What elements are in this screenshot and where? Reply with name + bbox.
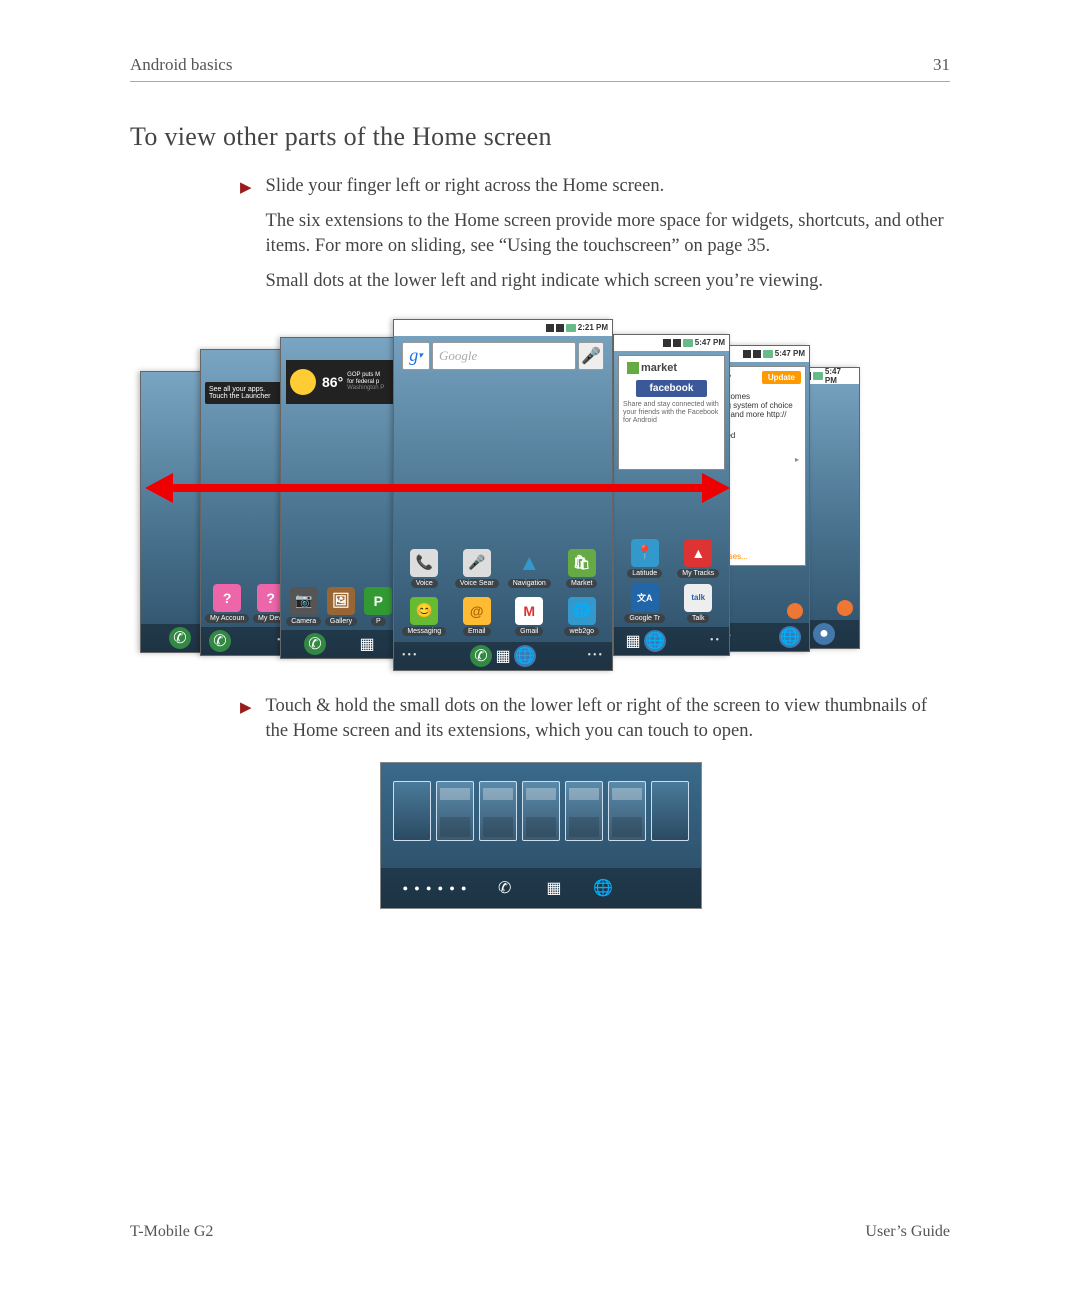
app-my-tracks: ▲My Tracks xyxy=(674,539,722,578)
update-widget: g? Update ecomes ng system of choice ai … xyxy=(717,366,806,566)
panel-dock: ••• ✆ ▦ 🌐 ••• xyxy=(394,642,612,670)
panel-left-3: 86° GOP puts M for federal p Washington … xyxy=(280,337,402,659)
tip-widget: See all your apps. Touch the Launcher xyxy=(205,382,285,404)
phone-icon: ✆ xyxy=(492,875,518,901)
app-talk: talkTalk xyxy=(674,584,722,623)
sun-icon xyxy=(290,369,316,395)
app-my-account: ?My Accoun xyxy=(205,584,249,623)
status-bar: 2:21 PM xyxy=(394,320,612,336)
thumb-6 xyxy=(608,781,646,841)
mic-icon[interactable]: 🎤 xyxy=(578,342,604,370)
facebook-button[interactable]: facebook xyxy=(636,380,707,397)
header-section: Android basics xyxy=(130,55,232,75)
panel-dock: ✆ ▦ xyxy=(281,630,401,658)
app-google-translate: 文AGoogle Tr xyxy=(621,584,669,623)
globe-icon: ● xyxy=(813,623,835,645)
thumb-4 xyxy=(522,781,560,841)
page-footer: T-Mobile G2 User’s Guide xyxy=(130,1223,950,1241)
app-email: @Email xyxy=(453,597,501,636)
bullet-2-lead: Touch & hold the small dots on the lower… xyxy=(266,694,950,744)
swipe-left-arrow-icon xyxy=(170,484,350,492)
orange-icon xyxy=(787,603,803,619)
news-weather-widget: 86° GOP puts M for federal p Washington … xyxy=(286,360,396,404)
phone-icon[interactable]: ✆ xyxy=(470,645,492,667)
section-title: To view other parts of the Home screen xyxy=(130,122,950,152)
app-gmail: MGmail xyxy=(505,597,553,636)
footer-left: T-Mobile G2 xyxy=(130,1223,213,1241)
thumb-3 xyxy=(479,781,517,841)
app-messaging: 😊Messaging xyxy=(400,597,448,636)
document-page: Android basics 31 To view other parts of… xyxy=(0,0,1080,1296)
thumbnail-row xyxy=(381,763,701,849)
bullet-marker-icon: ▶ xyxy=(240,178,252,197)
status-bar: 5:47 PM xyxy=(614,335,729,351)
apps-grid-icon: ▦ xyxy=(356,633,378,655)
thumb-1 xyxy=(393,781,431,841)
apps-grid-icon[interactable]: ▦ xyxy=(492,645,514,667)
apps-grid-icon: ▦ xyxy=(622,630,644,652)
search-widget: g▾ Google 🎤 xyxy=(402,342,604,370)
chevron-right-icon: ▸ xyxy=(795,455,799,464)
app-gallery: 🖼Gallery xyxy=(322,587,359,626)
google-g-icon[interactable]: g▾ xyxy=(402,342,430,370)
bullet-1-lead: Slide your finger left or right across t… xyxy=(266,174,950,199)
app-camera: 📷Camera xyxy=(285,587,322,626)
thumb-5 xyxy=(565,781,603,841)
bullet-marker-icon: ▶ xyxy=(240,698,252,717)
phone-icon: ✆ xyxy=(209,630,231,652)
search-input[interactable]: Google xyxy=(432,342,576,370)
globe-icon[interactable]: 🌐 xyxy=(514,645,536,667)
home-thumbnails-figure: ● ● ● ● ● ● ✆ ▦ 🌐 xyxy=(380,762,702,909)
header-page-number: 31 xyxy=(933,55,950,75)
app-voice-search: 🎤Voice Sear xyxy=(453,549,501,588)
phone-icon: ✆ xyxy=(304,633,326,655)
apps-grid-icon: ▦ xyxy=(541,875,567,901)
app-latitude: 📍Latitude xyxy=(621,539,669,578)
globe-icon: 🌐 xyxy=(644,630,666,652)
thumb-7 xyxy=(651,781,689,841)
thumb-nav-bar: ● ● ● ● ● ● ✆ ▦ 🌐 xyxy=(381,868,701,908)
bullet-2: ▶ Touch & hold the small dots on the low… xyxy=(240,694,950,744)
temperature: 86° xyxy=(322,374,343,390)
page-dots-indicator: ● ● ● ● ● ● xyxy=(403,883,469,893)
market-label: market xyxy=(623,360,681,376)
panel-center: 2:21 PM g▾ Google 🎤 📞Voice 🎤Voice Sear ▲… xyxy=(393,319,613,671)
bullet-1: ▶ Slide your finger left or right across… xyxy=(240,174,950,294)
swipe-right-arrow-icon xyxy=(345,484,705,492)
app-row: 📷Camera 🖼Gallery PP xyxy=(281,585,401,628)
update-button[interactable]: Update xyxy=(762,371,801,384)
bullet-1-para-2: Small dots at the lower left and right i… xyxy=(266,269,950,294)
home-screen-extensions-figure: ✆ See all your apps. Touch the Launcher … xyxy=(140,319,860,669)
panel-dock: ▦ 🌐 •• xyxy=(614,627,729,655)
bullet-1-para-1: The six extensions to the Home screen pr… xyxy=(266,209,950,259)
app-navigation: ▲Navigation xyxy=(505,549,553,588)
instructions-block: ▶ Slide your finger left or right across… xyxy=(240,174,950,909)
app-web2go: 🌐web2go xyxy=(558,597,606,636)
thumb-2 xyxy=(436,781,474,841)
app-p: PP xyxy=(360,587,397,626)
phone-icon: ✆ xyxy=(169,627,191,649)
globe-icon: 🌐 xyxy=(779,626,801,648)
orange-icon xyxy=(837,600,853,616)
market-widget: market facebook Share and stay connected… xyxy=(618,355,725,470)
globe-icon: 🌐 xyxy=(590,875,616,901)
page-header: Android basics 31 xyxy=(130,55,950,82)
app-voice: 📞Voice xyxy=(400,549,448,588)
footer-right: User’s Guide xyxy=(865,1223,950,1241)
app-market: 🛍Market xyxy=(558,549,606,588)
